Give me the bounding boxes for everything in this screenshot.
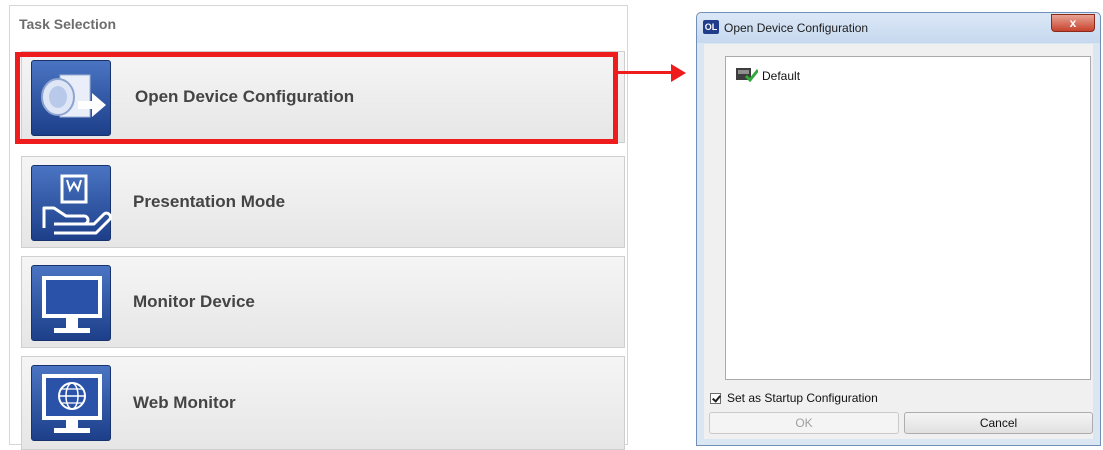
configuration-list[interactable]: Default	[725, 56, 1091, 380]
startup-checkbox[interactable]	[710, 392, 721, 404]
arrow-head-icon	[671, 64, 686, 82]
task-selection-panel: Task Selection Open Device Configuration…	[9, 5, 628, 450]
startup-checkbox-row[interactable]: Set as Startup Configuration	[710, 391, 878, 405]
task-selection-title: Task Selection	[19, 16, 117, 32]
app-logo-icon: OL	[703, 20, 719, 34]
task-label: Web Monitor	[133, 393, 236, 412]
dialog-title: Open Device Configuration	[724, 21, 869, 35]
list-item-label: Default	[762, 68, 801, 83]
startup-checkbox-label: Set as Startup Configuration	[727, 391, 878, 405]
task-presentation-mode[interactable]: Presentation Mode	[21, 156, 625, 248]
task-label: Presentation Mode	[133, 192, 286, 211]
task-monitor-device[interactable]: Monitor Device	[21, 256, 625, 348]
ok-button[interactable]: OK	[709, 412, 899, 434]
open-config-icon	[31, 60, 111, 136]
dialog-titlebar[interactable]: OL Open Device Configuration x	[697, 13, 1100, 43]
close-button[interactable]: x	[1051, 14, 1095, 32]
task-open-device-configuration[interactable]: Open Device Configuration	[21, 51, 625, 143]
list-item[interactable]: Default	[736, 66, 800, 85]
task-web-monitor[interactable]: Web Monitor	[21, 356, 625, 450]
dialog-body: Default Set as Startup Configuration OK …	[704, 44, 1093, 439]
config-file-icon	[736, 66, 760, 85]
monitor-icon	[31, 265, 111, 341]
web-monitor-icon	[31, 365, 111, 441]
cancel-button[interactable]: Cancel	[904, 412, 1093, 434]
task-label: Open Device Configuration	[135, 87, 355, 106]
presentation-icon	[31, 165, 112, 241]
open-device-configuration-dialog: OL Open Device Configuration x Default S…	[696, 12, 1101, 446]
arrow-line	[617, 71, 673, 74]
task-label: Monitor Device	[133, 292, 255, 311]
